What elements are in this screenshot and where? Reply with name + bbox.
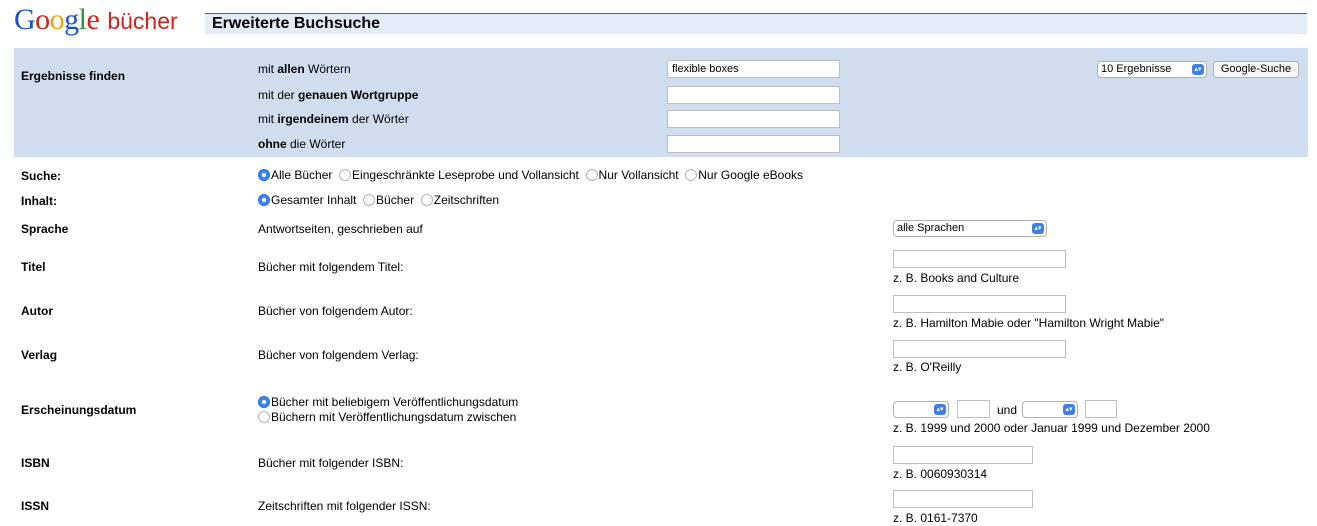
title-input[interactable] (893, 250, 1066, 268)
author-hint: z. B. Hamilton Mabie oder "Hamilton Wrig… (893, 316, 1165, 330)
language-select[interactable]: alle Sprachen ▴▾ (893, 220, 1047, 237)
any-words-label: mit irgendeinem der Wörter (258, 112, 409, 126)
select-arrows-icon: ▴▾ (934, 404, 946, 415)
verlag-label: Verlag (21, 348, 58, 362)
radio-selected-icon (258, 169, 270, 181)
radio-selected-icon (258, 194, 270, 206)
sprache-label: Sprache (21, 222, 69, 236)
und-label: und (997, 403, 1018, 417)
inhalt-option-books[interactable]: Bücher (363, 193, 414, 207)
issn-label: ISSN (21, 499, 50, 513)
radio-icon (585, 169, 598, 181)
start-month-select[interactable]: ▴▾ (893, 401, 949, 418)
datum-option-any[interactable]: Bücher mit beliebigem Veröffentlichungsd… (258, 395, 518, 410)
find-results-label: Ergebnisse finden (21, 69, 126, 83)
inhalt-option-all[interactable]: Gesamter Inhalt (258, 193, 356, 207)
inhalt-label: Inhalt: (21, 194, 57, 208)
radio-icon (420, 194, 433, 206)
suche-label: Suche: (21, 169, 62, 183)
exact-phrase-input[interactable] (667, 86, 840, 104)
all-words-input[interactable]: flexible boxes (667, 60, 840, 78)
end-month-select[interactable]: ▴▾ (1022, 401, 1078, 418)
issn-input[interactable] (893, 490, 1033, 508)
date-hint: z. B. 1999 und 2000 oder Januar 1999 und… (893, 421, 1210, 435)
radio-icon (339, 169, 352, 181)
suche-option-full[interactable]: Nur Vollansicht (585, 168, 679, 182)
radio-icon (258, 411, 270, 423)
google-books-logo[interactable]: Google bücher (14, 3, 178, 38)
author-input[interactable] (893, 295, 1066, 313)
any-words-input[interactable] (667, 110, 840, 128)
without-words-input[interactable] (667, 135, 840, 153)
isbn-description: Bücher mit folgender ISBN: (258, 456, 404, 470)
google-search-button[interactable]: Google-Suche (1213, 61, 1299, 78)
autor-description: Bücher von folgendem Autor: (258, 304, 413, 318)
end-year-input[interactable] (1085, 400, 1117, 418)
start-year-input[interactable] (957, 400, 990, 418)
exact-phrase-label: mit der genauen Wortgruppe (258, 88, 419, 102)
issn-hint: z. B. 0161-7370 (893, 511, 978, 525)
issn-description: Zeitschriften mit folgender ISSN: (258, 499, 431, 513)
radio-selected-icon (258, 396, 270, 408)
results-count-value: 10 Ergebnisse (1101, 63, 1172, 75)
suche-option-all[interactable]: Alle Bücher (258, 168, 332, 182)
suche-option-limited[interactable]: Eingeschränkte Leseprobe und Vollansicht (339, 168, 579, 182)
select-arrows-icon: ▴▾ (1192, 64, 1204, 75)
titel-description: Bücher mit folgendem Titel: (258, 260, 404, 274)
radio-icon (685, 169, 698, 181)
verlag-description: Bücher von folgendem Verlag: (258, 348, 419, 362)
inhalt-options: Gesamter Inhalt Bücher Zeitschriften (258, 193, 499, 208)
without-words-label: ohne die Wörter (258, 137, 346, 151)
isbn-input[interactable] (893, 446, 1033, 464)
language-select-value: alle Sprachen (897, 222, 965, 234)
publisher-input[interactable] (893, 340, 1066, 358)
isbn-label: ISBN (21, 456, 50, 470)
datum-option-between[interactable]: Büchern mit Veröffentlichungsdatum zwisc… (258, 410, 516, 425)
logo-subtitle: bücher (107, 8, 178, 34)
isbn-hint: z. B. 0060930314 (893, 467, 988, 481)
radio-icon (363, 194, 376, 206)
select-arrows-icon: ▴▾ (1063, 404, 1075, 415)
titel-label: Titel (21, 260, 46, 274)
title-hint: z. B. Books and Culture (893, 271, 1020, 285)
page-title: Erweiterte Buchsuche (212, 15, 381, 32)
results-count-select[interactable]: 10 Ergebnisse ▴▾ (1097, 61, 1207, 78)
publisher-hint: z. B. O'Reilly (893, 360, 962, 374)
select-arrows-icon: ▴▾ (1032, 223, 1044, 234)
inhalt-option-magazines[interactable]: Zeitschriften (420, 193, 499, 207)
autor-label: Autor (21, 304, 53, 318)
suche-options: Alle Bücher Eingeschränkte Leseprobe und… (258, 168, 803, 183)
all-words-label: mit allen Wörtern (258, 62, 351, 76)
datum-label: Erscheinungsdatum (21, 403, 137, 417)
sprache-description: Antwortseiten, geschrieben auf (258, 222, 423, 236)
suche-option-ebooks[interactable]: Nur Google eBooks (685, 168, 803, 182)
